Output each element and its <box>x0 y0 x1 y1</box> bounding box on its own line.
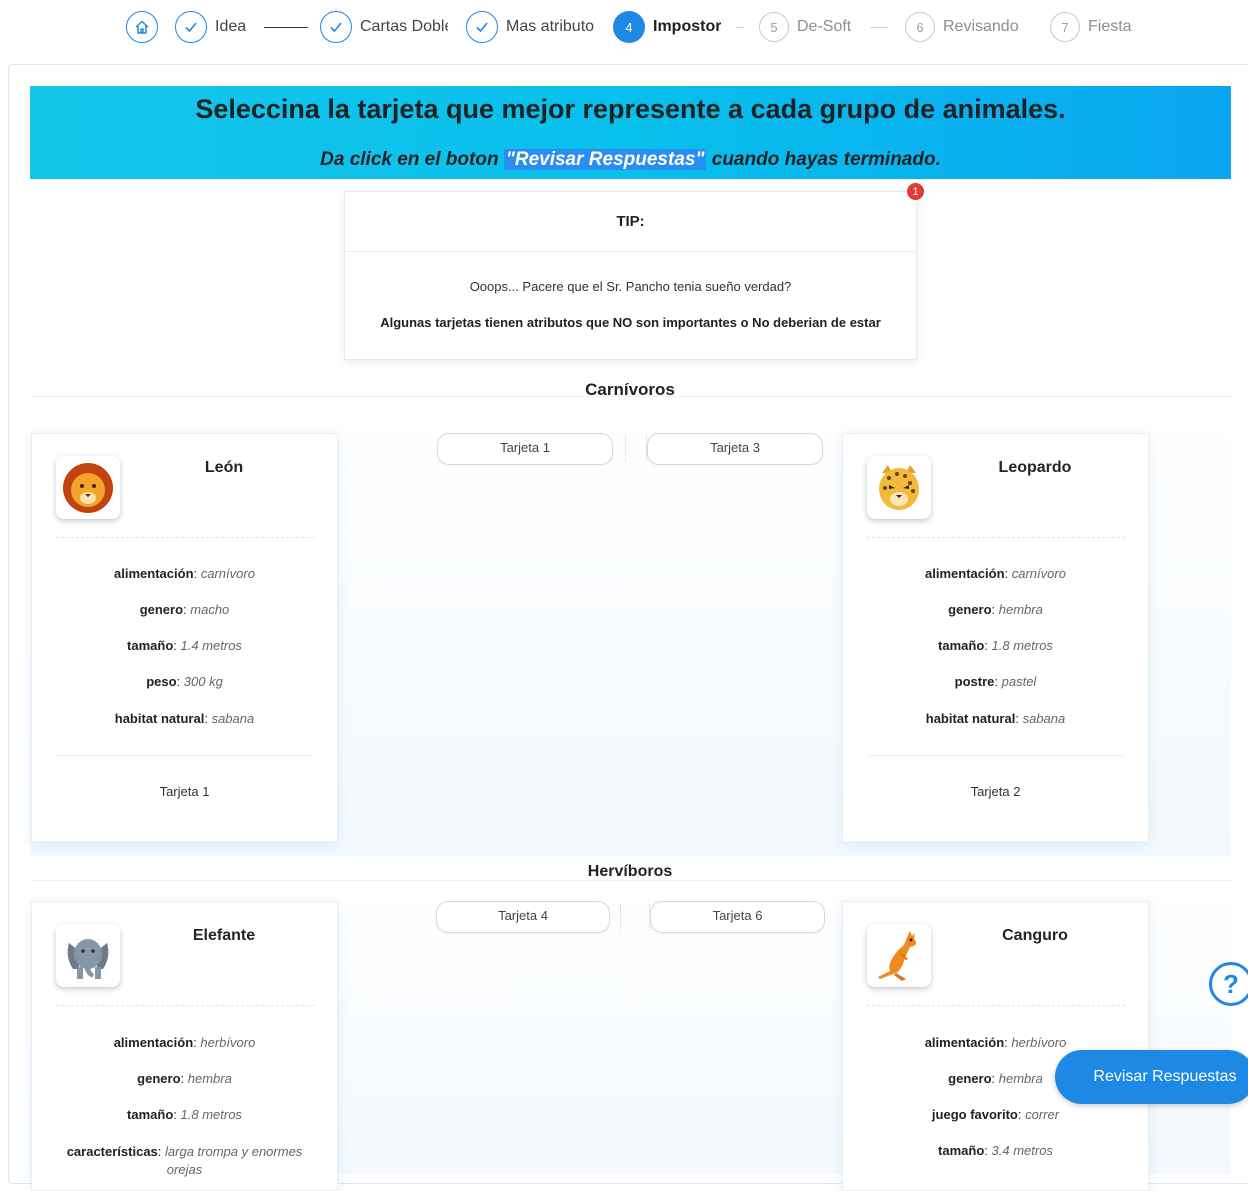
animal-card-leon[interactable]: León alimentación: carnívoro genero: mac… <box>31 433 338 842</box>
kangaroo-icon <box>867 924 931 987</box>
attribute-row: postre: pastel <box>954 674 1037 689</box>
divider <box>56 537 314 538</box>
card-footer: Tarjeta 1 <box>159 784 210 799</box>
attribute-row: tamaño: 1.8 metros <box>127 1107 242 1122</box>
attribute-row: genero: macho <box>139 602 230 617</box>
step-connector <box>736 27 744 28</box>
animal-card-canguro[interactable]: Canguro alimentación: herbívoro genero: … <box>842 901 1149 1191</box>
attribute-row: tamaño: 1.4 metros <box>127 638 242 653</box>
step-3[interactable]: Mas atributo <box>466 9 596 45</box>
answer-slot[interactable]: Tarjeta 3 <box>647 433 823 465</box>
instructions-banner: Seleccina la tarjeta que mejor represent… <box>30 86 1231 179</box>
slot-divider <box>620 904 621 930</box>
animal-name: León <box>204 459 244 476</box>
page-title: Seleccina la tarjeta que mejor represent… <box>195 94 1066 124</box>
review-answers-button[interactable]: Revisar Respuestas <box>1055 1050 1248 1104</box>
step-7[interactable]: 7 Fiesta <box>1050 9 1132 45</box>
check-icon <box>175 11 207 43</box>
animal-name: Leopardo <box>998 459 1072 476</box>
subtitle-highlight: "Revisar Respuestas" <box>503 149 707 170</box>
subtitle-text: Da click en el boton <box>320 149 504 170</box>
lion-icon <box>56 456 120 519</box>
attribute-row: tamaño: 1.8 metros <box>938 638 1053 653</box>
animal-card-leopardo[interactable]: Leopardo alimentación: carnívoro genero:… <box>842 433 1149 842</box>
step-label: Impostor <box>653 18 722 35</box>
step-2[interactable]: Cartas Doble <box>320 9 448 45</box>
check-icon <box>320 11 352 43</box>
divider <box>56 1005 314 1006</box>
answer-slot[interactable]: Tarjeta 4 <box>436 901 610 933</box>
step-number: 6 <box>905 12 935 42</box>
divider <box>867 537 1125 538</box>
answer-slot[interactable]: Tarjeta 1 <box>437 433 613 465</box>
step-1[interactable]: Idea <box>175 9 246 45</box>
notification-badge: 1 <box>905 181 926 202</box>
step-home[interactable] <box>126 9 158 45</box>
step-label: Idea <box>215 18 247 35</box>
attribute-row: alimentación: carnívoro <box>114 566 255 581</box>
step-label: Cartas Doble <box>360 18 448 35</box>
card-footer: Tarjeta 2 <box>970 784 1021 799</box>
attribute-row: genero: hembra <box>948 602 1043 617</box>
step-label: Mas atributo <box>506 18 595 35</box>
leopard-icon <box>867 456 931 519</box>
tip-card: TIP: Ooops... Pacere que el Sr. Pancho t… <box>344 181 926 360</box>
attribute-row: tamaño: 3.4 metros <box>938 1143 1053 1158</box>
subtitle-text-end: cuando hayas terminado. <box>706 149 941 170</box>
tip-hint: Algunas tarjetas tienen atributos que NO… <box>380 315 881 330</box>
step-number: 5 <box>759 12 789 42</box>
attribute-row: peso: 300 kg <box>146 674 223 689</box>
step-number: 7 <box>1050 12 1080 42</box>
step-connector <box>264 27 308 28</box>
attribute-row: juego favorito: correr <box>931 1107 1060 1122</box>
step-connector <box>870 27 888 28</box>
divider <box>867 755 1125 756</box>
animal-name: Canguro <box>1002 927 1068 944</box>
step-label: De-Soft <box>797 18 852 35</box>
animal-card-elefante[interactable]: Elefante alimentación: herbívoro genero:… <box>31 901 338 1191</box>
attribute-row: alimentación: herbívoro <box>113 1035 256 1050</box>
progress-stepper: Idea Cartas Doble Mas atributo 4 Imposto… <box>0 0 1248 56</box>
step-label: Fiesta <box>1088 18 1132 35</box>
step-5[interactable]: 5 De-Soft <box>759 9 851 45</box>
instructions-subtitle: Da click en el boton "Revisar Respuestas… <box>30 149 1231 171</box>
step-label: Revisando <box>943 18 1019 35</box>
divider <box>867 1005 1125 1006</box>
attribute-row: habitat natural: sabana <box>114 711 255 726</box>
animal-name: Elefante <box>192 927 256 944</box>
slot-divider <box>625 436 626 462</box>
home-icon[interactable] <box>126 11 158 43</box>
answer-slot[interactable]: Tarjeta 6 <box>650 901 825 933</box>
step-number: 4 <box>613 11 645 43</box>
attribute-row: habitat natural: sabana <box>925 711 1066 726</box>
step-4[interactable]: 4 Impostor <box>613 9 721 45</box>
divider <box>56 755 314 756</box>
attribute-row: alimentación: herbívoro <box>924 1035 1067 1050</box>
group-title: Hervíboros <box>587 863 673 880</box>
tip-title: TIP: <box>345 192 916 252</box>
attribute-row: genero: hembra <box>137 1071 232 1086</box>
question-circle-icon[interactable]: ? <box>1209 962 1248 1006</box>
step-6[interactable]: 6 Revisando <box>905 9 1019 45</box>
attribute-row: alimentación: carnívoro <box>925 566 1066 581</box>
tip-message: Ooops... Pacere que el Sr. Pancho tenia … <box>469 279 792 294</box>
elephant-icon <box>56 924 120 987</box>
group-title: Carnívoros <box>585 380 675 399</box>
check-icon <box>466 11 498 43</box>
